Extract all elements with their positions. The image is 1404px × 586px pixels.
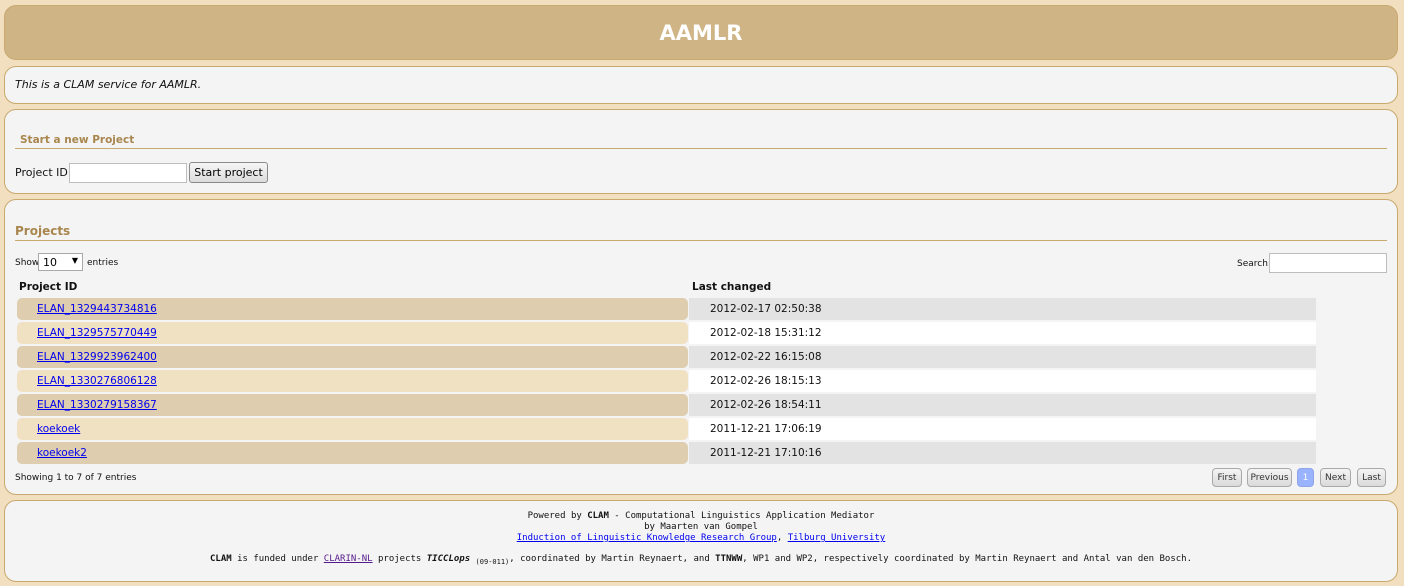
- powered-by-line: Powered by CLAM - Computational Linguist…: [5, 511, 1397, 522]
- start-project-panel: Start a new Project Project ID: Start pr…: [4, 109, 1398, 194]
- university-link[interactable]: Tilburg University: [788, 533, 886, 543]
- show-label: Show: [15, 258, 40, 268]
- powered-by-text: Powered by: [527, 511, 588, 521]
- last-changed-cell: 2012-02-18 15:31:12: [689, 322, 1316, 344]
- projects-table-body: ELAN_1329443734816 2012-02-17 02:50:38 E…: [17, 297, 1317, 465]
- clarin-link[interactable]: CLARIN-NL: [324, 554, 373, 564]
- chevron-down-icon: ▼: [71, 256, 78, 265]
- app-title: AAMLR: [659, 20, 743, 45]
- search-input[interactable]: [1269, 253, 1387, 273]
- start-project-heading: Start a new Project: [20, 134, 135, 146]
- funding-text: is funded under: [231, 554, 324, 564]
- table-row: ELAN_1330279158367 2012-02-26 18:54:11: [17, 393, 1317, 417]
- service-description: This is a CLAM service for AAMLR.: [15, 78, 202, 91]
- footer-credits: Powered by CLAM - Computational Linguist…: [5, 511, 1397, 544]
- divider: [15, 148, 1387, 149]
- start-project-button[interactable]: Start project: [189, 162, 268, 183]
- last-changed-cell: 2011-12-21 17:06:19: [689, 418, 1316, 440]
- project-id-label: Project ID:: [15, 166, 72, 179]
- ticclops-code: (09-011): [475, 557, 510, 566]
- table-row: koekoek 2011-12-21 17:06:19: [17, 417, 1317, 441]
- description-panel: This is a CLAM service for AAMLR.: [4, 66, 1398, 104]
- column-header-last-changed[interactable]: Last changed: [692, 281, 771, 293]
- pagination-last-button[interactable]: Last: [1357, 468, 1386, 487]
- projects-heading: Projects: [15, 224, 71, 238]
- header-banner: AAMLR: [4, 5, 1398, 60]
- funding-text: projects: [372, 554, 427, 564]
- page-size-value: 10: [43, 255, 57, 269]
- project-id-cell: koekoek2: [17, 442, 688, 464]
- footer: Powered by CLAM - Computational Linguist…: [4, 500, 1398, 582]
- funding-text: , coordinated by Martin Reynaert, and: [509, 554, 716, 564]
- project-id-cell: ELAN_1329443734816: [17, 298, 688, 320]
- funding-text: , WP1 and WP2, respectively coordinated …: [742, 554, 1192, 564]
- project-id-cell: koekoek: [17, 418, 688, 440]
- affiliation-line: Induction of Linguistic Knowledge Resear…: [5, 533, 1397, 544]
- project-link[interactable]: ELAN_1329443734816: [37, 303, 157, 315]
- last-changed-cell: 2012-02-26 18:15:13: [689, 370, 1316, 392]
- project-link[interactable]: koekoek: [37, 423, 80, 435]
- project-link[interactable]: ELAN_1330279158367: [37, 399, 157, 411]
- divider: [15, 240, 1387, 241]
- column-header-project-id[interactable]: Project ID: [19, 281, 77, 293]
- table-info: Showing 1 to 7 of 7 entries: [15, 473, 137, 483]
- project-id-cell: ELAN_1329923962400: [17, 346, 688, 368]
- separator-text: ,: [776, 533, 788, 543]
- table-row: ELAN_1329575770449 2012-02-18 15:31:12: [17, 321, 1317, 345]
- search-label: Search:: [1237, 259, 1271, 269]
- pagination-previous-button[interactable]: Previous: [1247, 468, 1292, 487]
- table-row: ELAN_1329923962400 2012-02-22 16:15:08: [17, 345, 1317, 369]
- powered-by-description: - Computational Linguistics Application …: [608, 511, 875, 521]
- project-id-cell: ELAN_1330279158367: [17, 394, 688, 416]
- project-link[interactable]: koekoek2: [37, 447, 87, 459]
- pagination-page-1-button[interactable]: 1: [1297, 468, 1314, 487]
- entries-label: entries: [87, 258, 119, 268]
- last-changed-cell: 2011-12-21 17:10:16: [689, 442, 1316, 464]
- research-group-link[interactable]: Induction of Linguistic Knowledge Resear…: [517, 533, 777, 543]
- projects-panel: Projects Show 10 ▼ entries Search: Proje…: [4, 199, 1398, 495]
- project-link[interactable]: ELAN_1329923962400: [37, 351, 157, 363]
- clam-name: CLAM: [587, 511, 609, 521]
- author-line: by Maarten van Gompel: [644, 522, 758, 532]
- project-id-cell: ELAN_1329575770449: [17, 322, 688, 344]
- last-changed-cell: 2012-02-26 18:54:11: [689, 394, 1316, 416]
- clam-name: CLAM: [209, 554, 232, 564]
- pagination-next-button[interactable]: Next: [1320, 468, 1351, 487]
- pagination-first-button[interactable]: First: [1212, 468, 1242, 487]
- project-link[interactable]: ELAN_1330276806128: [37, 375, 157, 387]
- last-changed-cell: 2012-02-17 02:50:38: [689, 298, 1316, 320]
- table-row: koekoek2 2011-12-21 17:10:16: [17, 441, 1317, 465]
- project-link[interactable]: ELAN_1329575770449: [37, 327, 157, 339]
- last-changed-cell: 2012-02-22 16:15:08: [689, 346, 1316, 368]
- page-size-select[interactable]: 10 ▼: [38, 253, 83, 271]
- funding-line: CLAM is funded under CLARIN-NL projects …: [5, 554, 1397, 566]
- project-id-cell: ELAN_1330276806128: [17, 370, 688, 392]
- table-row: ELAN_1329443734816 2012-02-17 02:50:38: [17, 297, 1317, 321]
- ttnww-name: TTNWW: [715, 554, 743, 564]
- project-id-input[interactable]: [69, 163, 187, 183]
- table-row: ELAN_1330276806128 2012-02-26 18:15:13: [17, 369, 1317, 393]
- ticclops-name: TICCLops: [426, 554, 471, 564]
